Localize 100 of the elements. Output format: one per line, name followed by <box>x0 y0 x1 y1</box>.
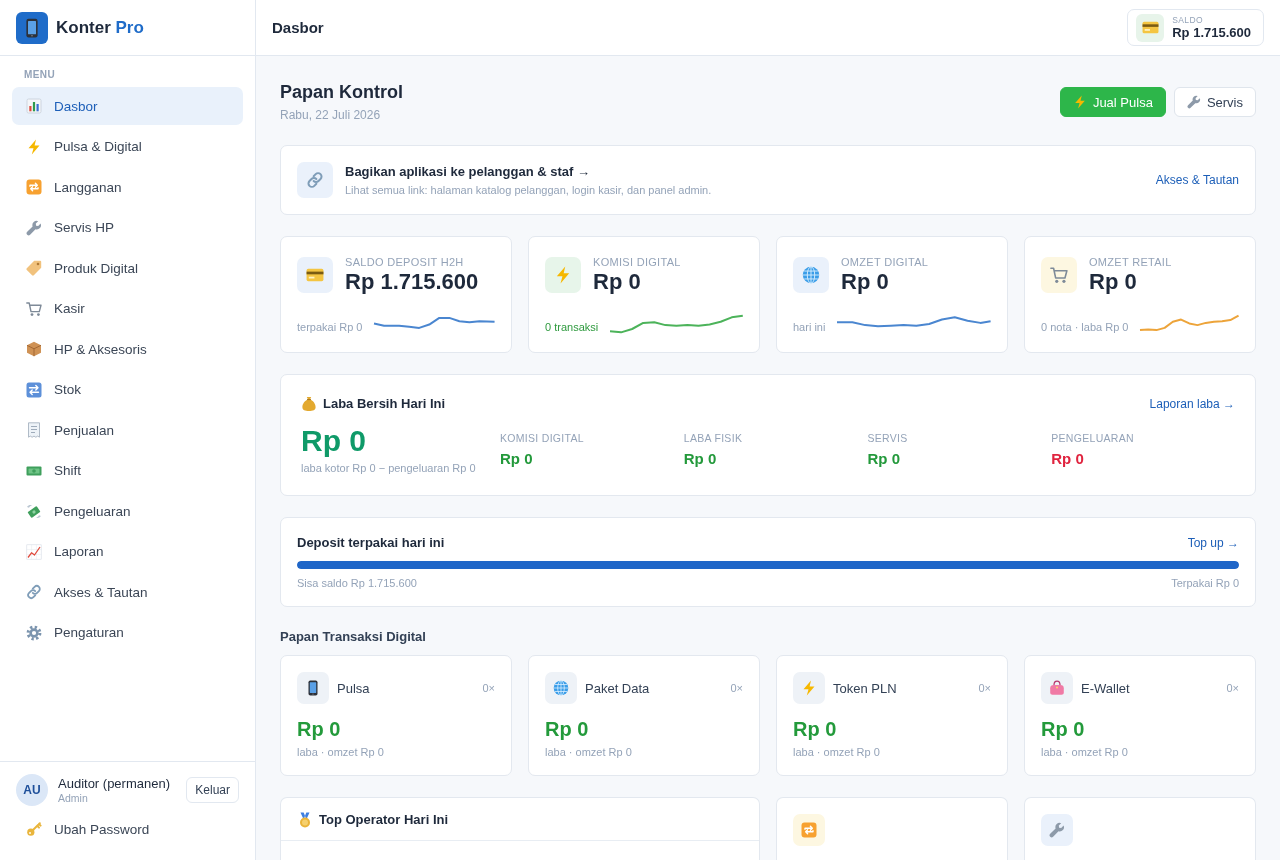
banner-title-link[interactable]: Bagikan aplikasi ke pelanggan & staf → <box>345 163 590 180</box>
cart-icon <box>1041 257 1077 293</box>
stat-caption: terpakai Rp 0 <box>297 320 363 334</box>
wrench-icon <box>1186 95 1201 109</box>
metric-value: Rp 0 <box>1051 450 1084 468</box>
key-icon <box>26 821 42 837</box>
stat-value: Rp 0 <box>593 269 641 295</box>
sidebar-item[interactable]: Produk Digital <box>12 249 243 287</box>
lightning-icon <box>26 138 42 155</box>
package-icon <box>26 341 42 357</box>
section-title: Papan Transaksi Digital <box>280 628 426 646</box>
transaction-caption: laba · omzet Rp 0 <box>297 745 384 759</box>
line-chart-icon <box>26 543 42 560</box>
sidebar-item[interactable]: Kasir <box>12 289 243 328</box>
sidebar-item[interactable]: Akses & Tautan <box>12 573 243 611</box>
phone-icon <box>297 672 329 704</box>
transaction-name: Paket Data <box>585 680 651 696</box>
balance-label: SALDO <box>1172 14 1204 25</box>
metric-label: SERVIS <box>867 431 908 445</box>
page-title: Papan Kontrol <box>280 81 403 103</box>
wrench-icon <box>1041 814 1073 846</box>
card-title: Top Operator Hari Ini <box>319 811 449 829</box>
sidebar-item[interactable]: Pulsa & Digital <box>12 127 243 166</box>
stat-caption: 0 nota · laba Rp 0 <box>1041 320 1129 334</box>
sidebar-item[interactable]: Pengaturan <box>12 613 243 652</box>
transaction-value: Rp 0 <box>793 717 837 742</box>
link-icon <box>26 584 42 600</box>
sidebar-item[interactable]: Pengeluaran <box>12 492 243 530</box>
stat-label: KOMISI DIGITAL <box>593 255 681 269</box>
access-link[interactable]: Akses & Tautan <box>1155 173 1239 187</box>
transaction-count: 0× <box>1226 682 1239 694</box>
sidebar-item[interactable]: Servis HP <box>12 208 243 247</box>
wrench-icon <box>26 219 42 236</box>
remaining-balance: Sisa saldo Rp 1.715.600 <box>297 576 417 590</box>
credit-card-icon <box>1136 13 1165 42</box>
bar-chart-icon <box>26 98 42 114</box>
cart-icon <box>26 300 42 317</box>
sidebar-item[interactable]: Laporan <box>12 532 243 571</box>
transaction-caption: laba · omzet Rp 0 <box>1041 745 1128 759</box>
avatar: AU <box>16 774 48 806</box>
transaction-caption: laba · omzet Rp 0 <box>793 745 880 759</box>
metric-label: LABA FISIK <box>683 431 743 445</box>
stat-label: SALDO DEPOSIT H2H <box>345 255 464 269</box>
flying-banknote-icon <box>26 503 42 519</box>
balance-value: Rp 1.715.600 <box>1172 24 1251 41</box>
globe-icon <box>545 672 577 704</box>
transaction-caption: laba · omzet Rp 0 <box>545 745 632 759</box>
stat-label: OMZET RETAIL <box>1089 255 1172 269</box>
transaction-value: Rp 0 <box>297 717 341 742</box>
stat-value: Rp 0 <box>1089 269 1137 295</box>
repeat-icon <box>26 179 42 195</box>
money-bag-icon <box>301 396 317 412</box>
sidebar-item[interactable]: HP & Aksesoris <box>12 330 243 368</box>
transaction-count: 0× <box>482 682 495 694</box>
sidebar-item[interactable]: Penjualan <box>12 411 243 449</box>
sidebar-item[interactable]: Dasbor <box>12 87 243 125</box>
card-title: Laba Bersih Hari Ini <box>323 395 446 413</box>
page-heading: Dasbor <box>272 19 324 36</box>
sidebar-item[interactable]: Stok <box>12 370 243 409</box>
used-amount: Terpakai Rp 0 <box>1171 576 1239 590</box>
user-role: Admin <box>58 791 88 805</box>
banner-description: Lihat semua link: halaman katalog pelanggan, login kasir, dan panel admin. <box>345 182 712 197</box>
profit-formula: laba kotor Rp 0 − pengeluaran Rp 0 <box>301 461 476 475</box>
stat-caption: 0 transaksi <box>545 320 599 334</box>
net-profit-value: Rp 0 <box>301 424 366 458</box>
lightning-icon <box>545 257 581 293</box>
stat-label: OMZET DIGITAL <box>841 255 929 269</box>
transaction-name: Token PLN <box>833 680 898 696</box>
card-title: Deposit terpakai hari ini <box>297 534 445 552</box>
transaction-name: Pulsa <box>337 680 371 696</box>
swap-arrows-icon <box>26 381 42 398</box>
sidebar-item[interactable]: Shift <box>12 451 243 490</box>
logout-button[interactable]: Keluar <box>186 777 239 803</box>
credit-card-icon <box>297 257 333 293</box>
settings-icon <box>26 624 42 641</box>
sidebar-item[interactable]: Langganan <box>12 168 243 206</box>
user-name: Auditor (permanen) <box>58 775 170 792</box>
secondary-button[interactable]: Servis <box>1173 87 1256 117</box>
transaction-value: Rp 0 <box>545 717 589 742</box>
change-password-link[interactable]: Ubah Password <box>12 810 243 848</box>
transaction-count: 0× <box>978 682 991 694</box>
stat-value: Rp 0 <box>841 269 889 295</box>
page-date: Rabu, 22 Juli 2026 <box>280 107 381 123</box>
stat-value: Rp 1.715.600 <box>345 269 479 295</box>
purse-icon <box>1041 672 1073 704</box>
report-link[interactable]: Laporan laba → <box>1149 397 1235 411</box>
app-name: Konter Pro <box>56 17 144 38</box>
metric-value: Rp 0 <box>867 450 900 468</box>
top-up-link[interactable]: Top up → <box>1187 536 1239 550</box>
tag-icon <box>26 260 42 276</box>
transaction-name: E-Wallet <box>1081 680 1131 696</box>
stat-caption: hari ini <box>793 320 826 334</box>
repeat-icon <box>793 814 825 846</box>
section-label: MENU <box>23 69 56 81</box>
link-icon <box>297 162 333 198</box>
metric-value: Rp 0 <box>683 450 717 468</box>
transaction-value: Rp 0 <box>1041 717 1085 742</box>
receipt-icon <box>26 422 42 438</box>
metric-label: PENGELUARAN <box>1051 431 1134 445</box>
metric-label: KOMISI DIGITAL <box>500 431 584 445</box>
